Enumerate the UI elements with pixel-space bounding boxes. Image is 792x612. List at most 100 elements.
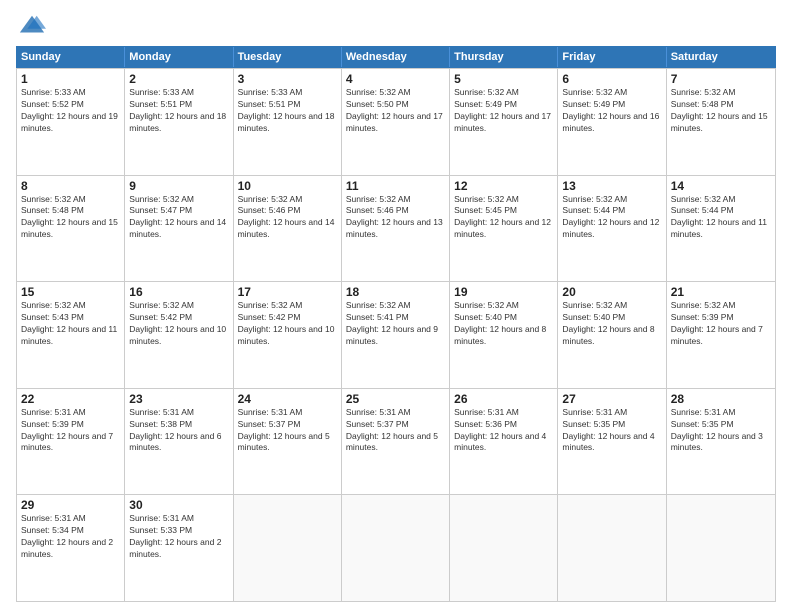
calendar-cell <box>450 495 558 601</box>
calendar-cell: 19 Sunrise: 5:32 AMSunset: 5:40 PMDaylig… <box>450 282 558 388</box>
calendar-cell <box>667 495 775 601</box>
day-info: Sunrise: 5:32 AMSunset: 5:45 PMDaylight:… <box>454 194 553 242</box>
day-number: 22 <box>21 392 120 406</box>
day-number: 13 <box>562 179 661 193</box>
logo-icon <box>18 12 46 40</box>
calendar-week-1: 1 Sunrise: 5:33 AMSunset: 5:52 PMDayligh… <box>17 68 775 175</box>
day-info: Sunrise: 5:32 AMSunset: 5:41 PMDaylight:… <box>346 300 445 348</box>
calendar-cell: 18 Sunrise: 5:32 AMSunset: 5:41 PMDaylig… <box>342 282 450 388</box>
day-info: Sunrise: 5:31 AMSunset: 5:34 PMDaylight:… <box>21 513 120 561</box>
day-number: 5 <box>454 72 553 86</box>
calendar-cell <box>558 495 666 601</box>
day-number: 18 <box>346 285 445 299</box>
calendar-cell: 25 Sunrise: 5:31 AMSunset: 5:37 PMDaylig… <box>342 389 450 495</box>
day-info: Sunrise: 5:31 AMSunset: 5:35 PMDaylight:… <box>562 407 661 455</box>
day-info: Sunrise: 5:31 AMSunset: 5:37 PMDaylight:… <box>238 407 337 455</box>
calendar-cell: 22 Sunrise: 5:31 AMSunset: 5:39 PMDaylig… <box>17 389 125 495</box>
calendar-cell: 30 Sunrise: 5:31 AMSunset: 5:33 PMDaylig… <box>125 495 233 601</box>
calendar-week-3: 15 Sunrise: 5:32 AMSunset: 5:43 PMDaylig… <box>17 281 775 388</box>
day-info: Sunrise: 5:31 AMSunset: 5:36 PMDaylight:… <box>454 407 553 455</box>
day-number: 30 <box>129 498 228 512</box>
day-info: Sunrise: 5:32 AMSunset: 5:47 PMDaylight:… <box>129 194 228 242</box>
calendar-week-5: 29 Sunrise: 5:31 AMSunset: 5:34 PMDaylig… <box>17 494 775 601</box>
header-day-wednesday: Wednesday <box>342 47 450 67</box>
calendar-cell: 2 Sunrise: 5:33 AMSunset: 5:51 PMDayligh… <box>125 69 233 175</box>
day-number: 26 <box>454 392 553 406</box>
day-info: Sunrise: 5:33 AMSunset: 5:52 PMDaylight:… <box>21 87 120 135</box>
page: SundayMondayTuesdayWednesdayThursdayFrid… <box>0 0 792 612</box>
day-info: Sunrise: 5:32 AMSunset: 5:48 PMDaylight:… <box>21 194 120 242</box>
day-number: 23 <box>129 392 228 406</box>
day-number: 17 <box>238 285 337 299</box>
calendar-cell: 7 Sunrise: 5:32 AMSunset: 5:48 PMDayligh… <box>667 69 775 175</box>
calendar-cell: 15 Sunrise: 5:32 AMSunset: 5:43 PMDaylig… <box>17 282 125 388</box>
day-number: 9 <box>129 179 228 193</box>
calendar-cell: 10 Sunrise: 5:32 AMSunset: 5:46 PMDaylig… <box>234 176 342 282</box>
day-info: Sunrise: 5:32 AMSunset: 5:44 PMDaylight:… <box>671 194 771 242</box>
calendar-cell: 28 Sunrise: 5:31 AMSunset: 5:35 PMDaylig… <box>667 389 775 495</box>
calendar-cell: 12 Sunrise: 5:32 AMSunset: 5:45 PMDaylig… <box>450 176 558 282</box>
header-day-saturday: Saturday <box>667 47 775 67</box>
calendar-cell <box>342 495 450 601</box>
calendar-cell: 14 Sunrise: 5:32 AMSunset: 5:44 PMDaylig… <box>667 176 775 282</box>
day-number: 12 <box>454 179 553 193</box>
header-day-friday: Friday <box>558 47 666 67</box>
day-info: Sunrise: 5:32 AMSunset: 5:44 PMDaylight:… <box>562 194 661 242</box>
day-number: 24 <box>238 392 337 406</box>
calendar-cell: 4 Sunrise: 5:32 AMSunset: 5:50 PMDayligh… <box>342 69 450 175</box>
calendar-cell: 6 Sunrise: 5:32 AMSunset: 5:49 PMDayligh… <box>558 69 666 175</box>
day-number: 8 <box>21 179 120 193</box>
day-info: Sunrise: 5:32 AMSunset: 5:42 PMDaylight:… <box>238 300 337 348</box>
calendar-cell: 16 Sunrise: 5:32 AMSunset: 5:42 PMDaylig… <box>125 282 233 388</box>
day-number: 19 <box>454 285 553 299</box>
calendar-cell <box>234 495 342 601</box>
day-number: 1 <box>21 72 120 86</box>
day-info: Sunrise: 5:32 AMSunset: 5:48 PMDaylight:… <box>671 87 771 135</box>
day-info: Sunrise: 5:32 AMSunset: 5:46 PMDaylight:… <box>346 194 445 242</box>
header-day-monday: Monday <box>125 47 233 67</box>
calendar-cell: 9 Sunrise: 5:32 AMSunset: 5:47 PMDayligh… <box>125 176 233 282</box>
calendar-header: SundayMondayTuesdayWednesdayThursdayFrid… <box>16 46 776 68</box>
day-info: Sunrise: 5:31 AMSunset: 5:38 PMDaylight:… <box>129 407 228 455</box>
day-info: Sunrise: 5:33 AMSunset: 5:51 PMDaylight:… <box>129 87 228 135</box>
day-info: Sunrise: 5:31 AMSunset: 5:35 PMDaylight:… <box>671 407 771 455</box>
day-info: Sunrise: 5:32 AMSunset: 5:50 PMDaylight:… <box>346 87 445 135</box>
day-info: Sunrise: 5:32 AMSunset: 5:39 PMDaylight:… <box>671 300 771 348</box>
calendar-cell: 23 Sunrise: 5:31 AMSunset: 5:38 PMDaylig… <box>125 389 233 495</box>
day-info: Sunrise: 5:33 AMSunset: 5:51 PMDaylight:… <box>238 87 337 135</box>
calendar-cell: 13 Sunrise: 5:32 AMSunset: 5:44 PMDaylig… <box>558 176 666 282</box>
calendar-week-2: 8 Sunrise: 5:32 AMSunset: 5:48 PMDayligh… <box>17 175 775 282</box>
day-number: 6 <box>562 72 661 86</box>
day-info: Sunrise: 5:32 AMSunset: 5:40 PMDaylight:… <box>562 300 661 348</box>
header-day-thursday: Thursday <box>450 47 558 67</box>
calendar-cell: 5 Sunrise: 5:32 AMSunset: 5:49 PMDayligh… <box>450 69 558 175</box>
day-info: Sunrise: 5:32 AMSunset: 5:49 PMDaylight:… <box>454 87 553 135</box>
calendar-cell: 11 Sunrise: 5:32 AMSunset: 5:46 PMDaylig… <box>342 176 450 282</box>
day-info: Sunrise: 5:31 AMSunset: 5:33 PMDaylight:… <box>129 513 228 561</box>
day-number: 2 <box>129 72 228 86</box>
day-number: 10 <box>238 179 337 193</box>
day-number: 29 <box>21 498 120 512</box>
day-number: 28 <box>671 392 771 406</box>
day-number: 7 <box>671 72 771 86</box>
calendar-cell: 1 Sunrise: 5:33 AMSunset: 5:52 PMDayligh… <box>17 69 125 175</box>
header-row <box>16 12 776 40</box>
calendar-cell: 20 Sunrise: 5:32 AMSunset: 5:40 PMDaylig… <box>558 282 666 388</box>
calendar: SundayMondayTuesdayWednesdayThursdayFrid… <box>16 46 776 602</box>
calendar-cell: 29 Sunrise: 5:31 AMSunset: 5:34 PMDaylig… <box>17 495 125 601</box>
calendar-week-4: 22 Sunrise: 5:31 AMSunset: 5:39 PMDaylig… <box>17 388 775 495</box>
logo <box>16 12 46 40</box>
day-number: 15 <box>21 285 120 299</box>
calendar-cell: 3 Sunrise: 5:33 AMSunset: 5:51 PMDayligh… <box>234 69 342 175</box>
day-number: 4 <box>346 72 445 86</box>
calendar-cell: 17 Sunrise: 5:32 AMSunset: 5:42 PMDaylig… <box>234 282 342 388</box>
calendar-cell: 8 Sunrise: 5:32 AMSunset: 5:48 PMDayligh… <box>17 176 125 282</box>
day-number: 11 <box>346 179 445 193</box>
day-info: Sunrise: 5:31 AMSunset: 5:39 PMDaylight:… <box>21 407 120 455</box>
day-info: Sunrise: 5:32 AMSunset: 5:46 PMDaylight:… <box>238 194 337 242</box>
calendar-cell: 27 Sunrise: 5:31 AMSunset: 5:35 PMDaylig… <box>558 389 666 495</box>
day-info: Sunrise: 5:32 AMSunset: 5:43 PMDaylight:… <box>21 300 120 348</box>
header-day-sunday: Sunday <box>17 47 125 67</box>
day-info: Sunrise: 5:31 AMSunset: 5:37 PMDaylight:… <box>346 407 445 455</box>
header-day-tuesday: Tuesday <box>234 47 342 67</box>
